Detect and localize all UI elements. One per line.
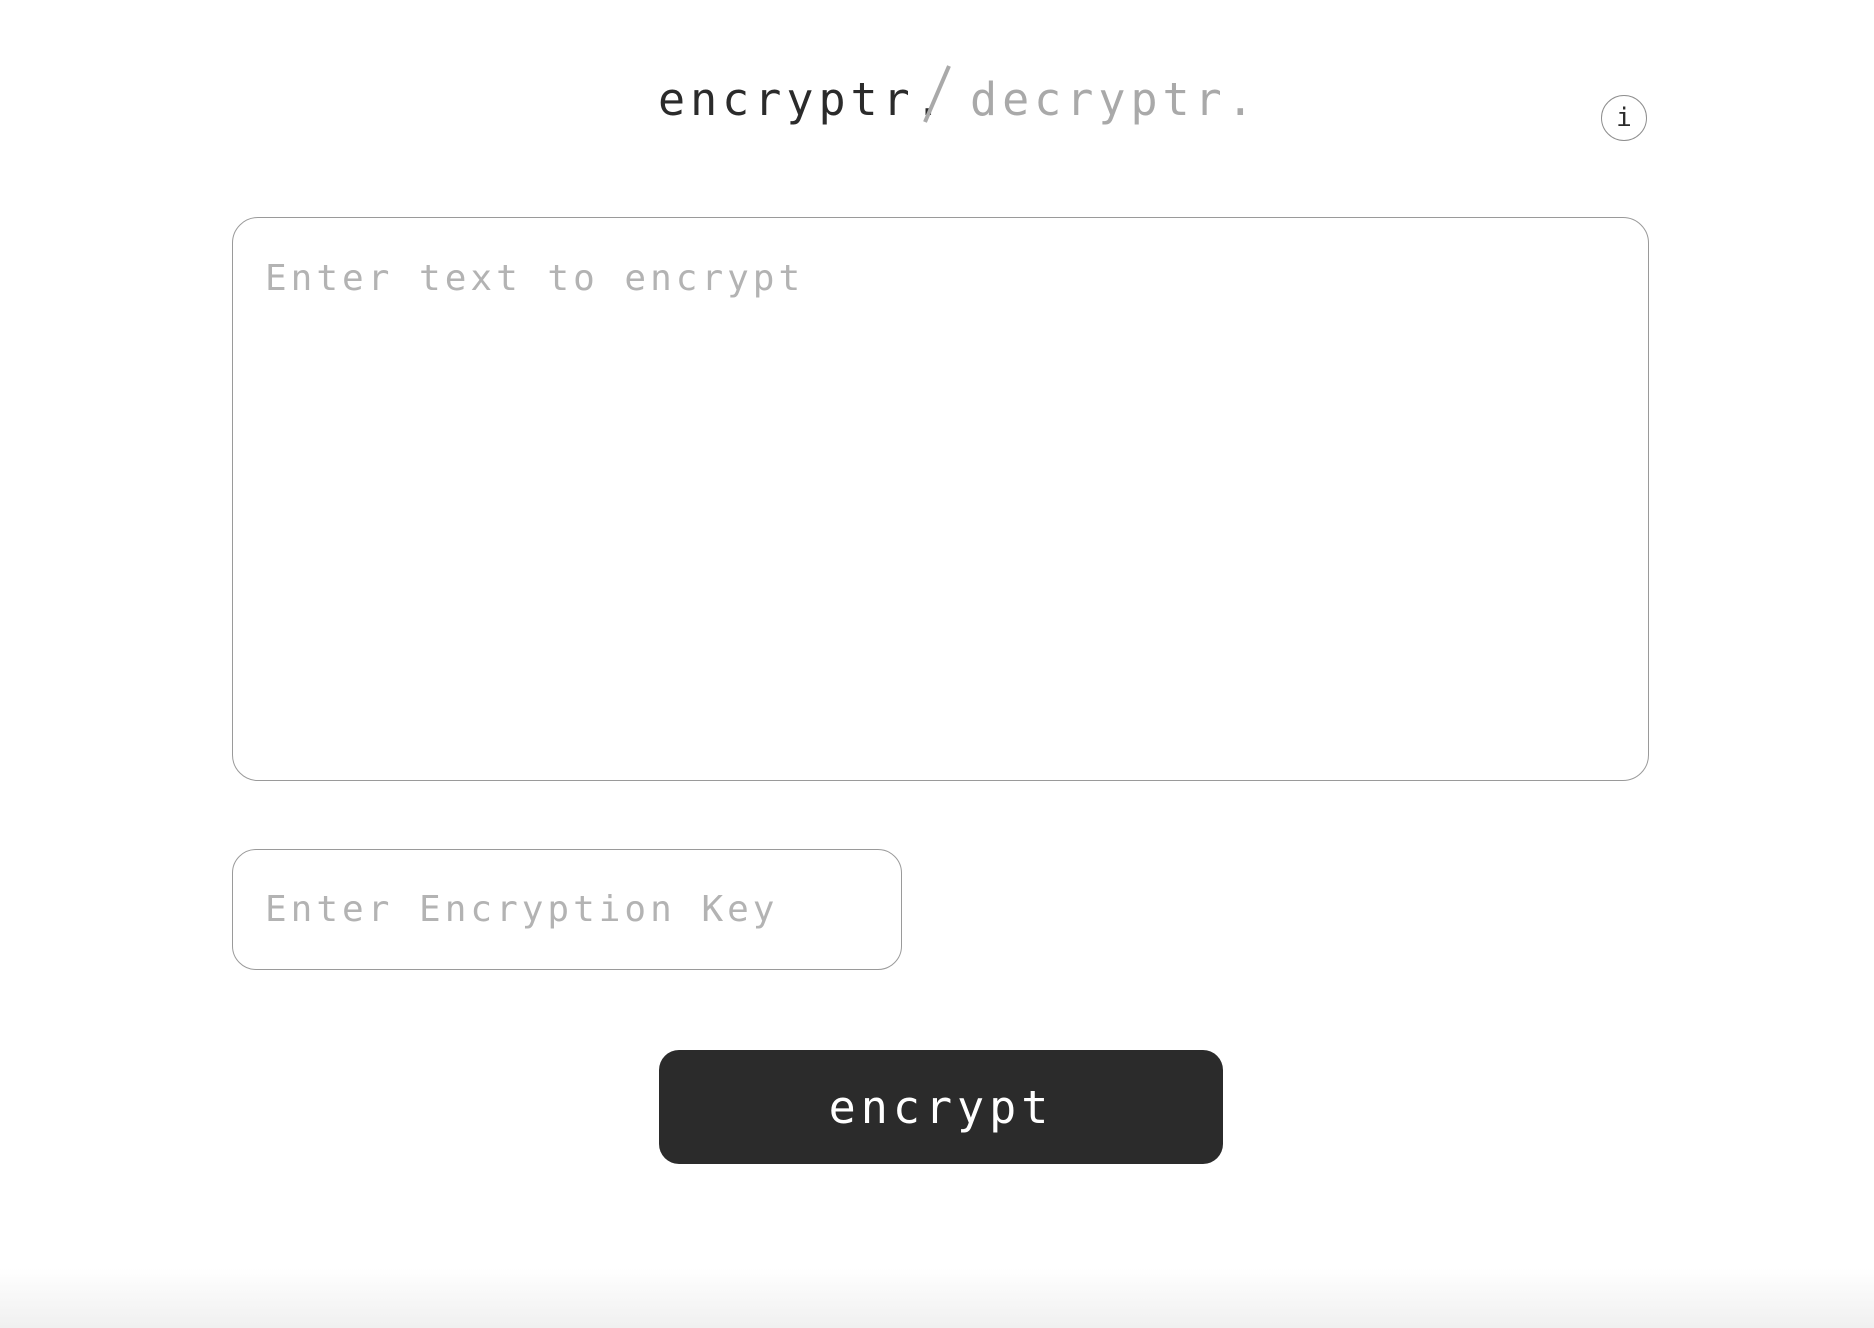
tab-decryptr[interactable]: decryptr. [970, 72, 1259, 128]
encryption-key-input[interactable] [232, 849, 902, 970]
info-icon: i [1616, 103, 1632, 133]
bottom-shade [0, 1268, 1874, 1328]
tab-encryptr[interactable]: encryptr. [658, 72, 947, 128]
text-to-encrypt-input[interactable] [232, 217, 1649, 781]
mode-header: encryptr. decryptr. [0, 60, 1874, 140]
info-button[interactable]: i [1601, 95, 1647, 141]
encrypt-button[interactable]: encrypt [659, 1050, 1223, 1164]
slash-separator [923, 65, 951, 123]
